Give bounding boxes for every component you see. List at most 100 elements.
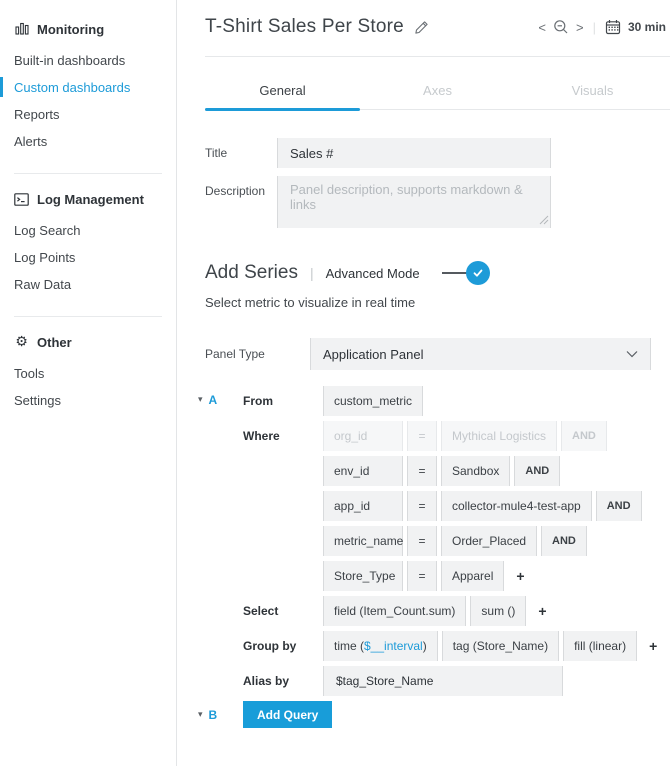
where-operator-chip[interactable]: = xyxy=(407,491,437,521)
chevron-down-icon xyxy=(626,350,638,358)
sidebar-item-custom-dashboards[interactable]: Custom dashboards xyxy=(14,74,176,101)
description-textarea[interactable] xyxy=(277,176,551,228)
select-label: Select xyxy=(243,596,323,618)
time-range-value[interactable]: 30 min xyxy=(628,20,666,34)
sidebar-section-title: Other xyxy=(37,335,72,350)
sidebar-section-title: Monitoring xyxy=(37,22,104,37)
sidebar-item-built-in-dashboards[interactable]: Built-in dashboards xyxy=(14,47,176,74)
where-key-chip[interactable]: env_id xyxy=(323,456,403,486)
where-row: app_id = collector-mule4-test-app AND xyxy=(198,491,670,521)
title-row: Title xyxy=(205,138,670,168)
where-conjunction-chip[interactable]: AND xyxy=(596,491,642,521)
where-operator-chip[interactable]: = xyxy=(407,561,437,591)
select-field-chip[interactable]: field (Item_Count.sum) xyxy=(323,596,466,626)
bar-chart-icon xyxy=(14,22,29,37)
tab-general[interactable]: General xyxy=(205,83,360,109)
query-marker-a[interactable]: A xyxy=(209,393,218,407)
zoom-out-icon[interactable] xyxy=(553,19,569,35)
title-input[interactable] xyxy=(277,138,551,168)
collapse-triangle-icon[interactable]: ▾ xyxy=(198,395,203,405)
group-by-tag-chip[interactable]: tag (Store_Name) xyxy=(442,631,559,661)
where-conjunction-chip[interactable]: AND xyxy=(514,456,560,486)
toggle-track xyxy=(442,272,468,274)
sidebar-item-settings[interactable]: Settings xyxy=(14,387,176,414)
tab-visuals[interactable]: Visuals xyxy=(515,83,670,109)
page-header: T-Shirt Sales Per Store < xyxy=(205,0,670,57)
where-value-chip[interactable]: Sandbox xyxy=(441,456,510,486)
add-series-title: Add Series xyxy=(205,262,298,284)
time-prev-button[interactable]: < xyxy=(538,20,546,35)
sidebar-item-raw-data[interactable]: Raw Data xyxy=(14,271,176,298)
separator: | xyxy=(310,265,314,281)
where-value-chip[interactable]: collector-mule4-test-app xyxy=(441,491,592,521)
main-panel: T-Shirt Sales Per Store < xyxy=(178,0,670,766)
where-key-chip[interactable]: Store_Type xyxy=(323,561,403,591)
add-series-header: Add Series | Advanced Mode xyxy=(205,261,670,285)
toggle-knob-checked xyxy=(466,261,490,285)
from-value-chip[interactable]: custom_metric xyxy=(323,386,423,416)
app-window: Monitoring Built-in dashboards Custom da… xyxy=(0,0,670,766)
group-by-label: Group by xyxy=(243,631,323,653)
where-key-chip[interactable]: org_id xyxy=(323,421,403,451)
collapse-triangle-icon[interactable]: ▾ xyxy=(198,710,203,720)
settings-tabs: General Axes Visuals xyxy=(205,83,670,110)
alias-by-row: Alias by xyxy=(198,666,670,696)
terminal-icon xyxy=(14,192,29,207)
where-operator-chip[interactable]: = xyxy=(407,456,437,486)
where-value-chip[interactable]: Apparel xyxy=(441,561,504,591)
sidebar-item-tools[interactable]: Tools xyxy=(14,360,176,387)
sidebar-item-log-points[interactable]: Log Points xyxy=(14,244,176,271)
alias-by-label: Alias by xyxy=(243,666,323,688)
add-query-button[interactable]: Add Query xyxy=(243,701,332,728)
add-group-by-button[interactable]: + xyxy=(649,638,657,654)
query-from-row: ▾ A From custom_metric xyxy=(198,386,670,416)
where-conjunction-chip[interactable]: AND xyxy=(541,526,587,556)
sidebar-item-alerts[interactable]: Alerts xyxy=(14,128,176,155)
from-label: From xyxy=(243,386,323,408)
description-row: Description xyxy=(205,176,670,228)
sidebar-section-title: Log Management xyxy=(37,192,144,207)
where-operator-chip[interactable]: = xyxy=(407,526,437,556)
add-select-button[interactable]: + xyxy=(538,603,546,619)
panel-type-label: Panel Type xyxy=(205,347,310,361)
where-row: env_id = Sandbox AND xyxy=(198,456,670,486)
title-label: Title xyxy=(205,138,277,160)
sidebar: Monitoring Built-in dashboards Custom da… xyxy=(0,0,177,766)
alias-by-input[interactable] xyxy=(323,666,563,696)
group-by-time-chip[interactable]: time ($__interval) xyxy=(323,631,438,661)
edit-pencil-icon[interactable] xyxy=(414,20,429,35)
where-value-chip[interactable]: Mythical Logistics xyxy=(441,421,557,451)
where-operator-chip[interactable]: = xyxy=(407,421,437,451)
add-query-row: ▾ B Add Query xyxy=(198,701,670,728)
where-conjunction-chip[interactable]: AND xyxy=(561,421,607,451)
where-label: Where xyxy=(243,421,323,443)
where-row: Where org_id = Mythical Logistics AND xyxy=(198,421,670,451)
header-divider: | xyxy=(593,20,596,35)
sidebar-item-log-search[interactable]: Log Search xyxy=(14,217,176,244)
panel-type-row: Panel Type Application Panel xyxy=(205,338,670,370)
group-by-row: Group by time ($__interval) tag (Store_N… xyxy=(198,631,670,661)
panel-type-value: Application Panel xyxy=(323,347,423,362)
add-series-subtitle: Select metric to visualize in real time xyxy=(205,295,670,310)
time-next-button[interactable]: > xyxy=(576,20,584,35)
advanced-mode-toggle[interactable] xyxy=(442,261,490,285)
description-label: Description xyxy=(205,176,277,198)
where-value-chip[interactable]: Order_Placed xyxy=(441,526,537,556)
page-title: T-Shirt Sales Per Store xyxy=(205,16,404,38)
query-marker-b[interactable]: B xyxy=(209,708,218,722)
group-by-fill-chip[interactable]: fill (linear) xyxy=(563,631,637,661)
select-row: Select field (Item_Count.sum) sum () + xyxy=(198,596,670,626)
query-builder: ▾ A From custom_metric Where org_id = My… xyxy=(198,386,670,728)
select-aggregation-chip[interactable]: sum () xyxy=(470,596,526,626)
where-row: metric_name = Order_Placed AND xyxy=(198,526,670,556)
tab-axes[interactable]: Axes xyxy=(360,83,515,109)
sidebar-item-reports[interactable]: Reports xyxy=(14,101,176,128)
panel-type-select[interactable]: Application Panel xyxy=(310,338,651,370)
gear-icon: ⚙ xyxy=(14,335,29,350)
calendar-icon[interactable] xyxy=(605,19,621,35)
where-key-chip[interactable]: metric_name xyxy=(323,526,403,556)
where-key-chip[interactable]: app_id xyxy=(323,491,403,521)
sidebar-section-log-management: Log Management xyxy=(14,190,176,208)
interval-variable: $__interval xyxy=(364,639,423,653)
add-where-condition-button[interactable]: + xyxy=(516,568,524,584)
